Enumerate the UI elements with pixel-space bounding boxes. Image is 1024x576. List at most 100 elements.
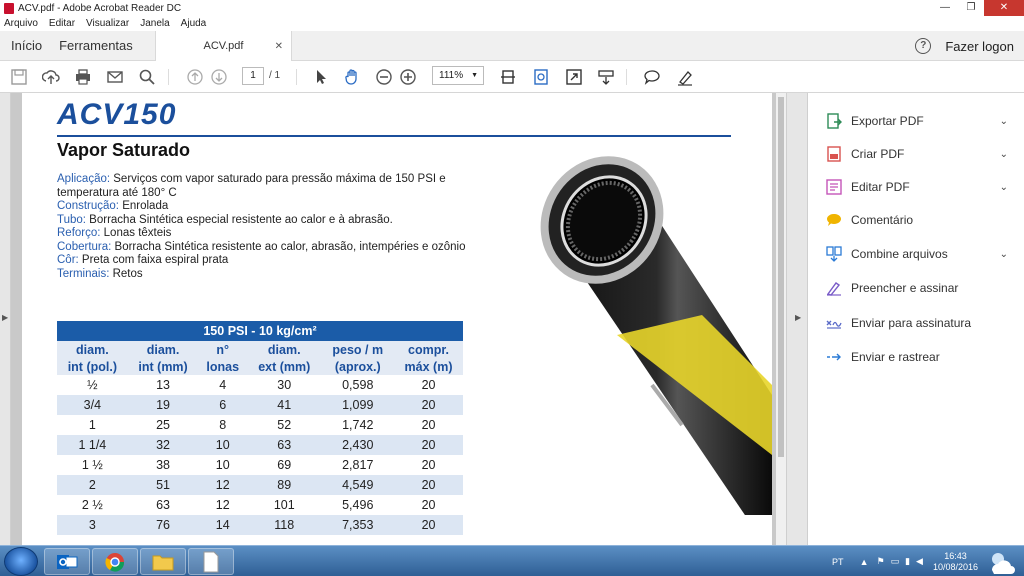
table-cell: 12 (198, 475, 248, 495)
fit-page-icon[interactable] (499, 68, 517, 86)
tool-send-signature[interactable]: Enviar para assinatura (808, 310, 1024, 336)
table-cell: 4 (219, 378, 227, 392)
table-cell: 101 (273, 498, 295, 512)
scroll-mode-icon[interactable] (597, 68, 615, 86)
full-screen-icon[interactable] (565, 68, 583, 86)
comment-tool-icon[interactable] (643, 68, 661, 86)
taskbar-document[interactable] (188, 548, 234, 575)
email-icon[interactable] (106, 68, 124, 86)
hand-tool-icon[interactable] (343, 68, 361, 86)
chevron-down-icon[interactable]: ⌄ (1000, 249, 1008, 260)
left-panel-toggle[interactable]: ▶ (0, 93, 11, 545)
table-cell: 20 (421, 378, 436, 392)
menu-arquivo[interactable]: Arquivo (4, 18, 38, 29)
table-header: peso / m (321, 341, 395, 358)
right-panel-toggle[interactable]: ▶ (786, 93, 808, 545)
zoom-select[interactable]: 111% ▼ (432, 66, 484, 85)
table-cell: 30 (277, 378, 292, 392)
page-rotate-icon[interactable] (532, 68, 550, 86)
toolbar-separator (296, 69, 297, 85)
fill-sign-icon (826, 282, 841, 296)
tool-send-track[interactable]: Enviar e rastrear (808, 344, 1024, 370)
outlook-icon (57, 554, 78, 569)
print-icon[interactable] (74, 68, 92, 86)
table-cell: 10 (198, 435, 248, 455)
table-header: diam. (57, 341, 128, 358)
table-cell: 12 (215, 498, 230, 512)
table-header: n° (198, 341, 248, 358)
tool-combine-files[interactable]: Combine arquivos ⌄ (808, 241, 1024, 267)
taskbar-outlook[interactable] (44, 548, 90, 575)
table-header: (aprox.) (321, 358, 395, 375)
table-header-row: diam. diam. n° diam. peso / m compr. (57, 341, 463, 358)
tabs-right-area: ? Fazer logon (915, 31, 1014, 61)
document-icon (203, 551, 219, 572)
table-cell: 19 (127, 395, 199, 415)
previous-page-icon[interactable] (186, 68, 204, 86)
volume-icon[interactable]: ◀ (916, 556, 923, 567)
tool-export-pdf[interactable]: Exportar PDF ⌄ (808, 108, 1024, 134)
page-number-input[interactable]: 1 (242, 67, 264, 85)
spec-value: Retos (109, 267, 143, 280)
chevron-down-icon[interactable]: ⌄ (1000, 149, 1008, 160)
zoom-out-icon[interactable] (375, 68, 393, 86)
clock[interactable]: 16:43 10/08/2016 (933, 551, 978, 573)
upload-cloud-icon[interactable] (42, 68, 60, 86)
tool-create-pdf[interactable]: Criar PDF ⌄ (808, 141, 1024, 167)
weather-icon[interactable] (986, 550, 1018, 574)
taskbar-explorer[interactable] (140, 548, 186, 575)
login-link[interactable]: Fazer logon (945, 39, 1014, 54)
tool-fill-sign[interactable]: Preencher e assinar (808, 275, 1024, 301)
tab-tools[interactable]: Ferramentas (59, 38, 133, 53)
table-cell: 20 (421, 418, 436, 432)
chevron-down-icon[interactable]: ⌄ (1000, 116, 1008, 127)
document-subtitle: Vapor Saturado (57, 140, 191, 160)
table-row: 1 25 8 52 1,742 20 (57, 415, 463, 435)
menu-editar[interactable]: Editar (49, 18, 75, 29)
select-cursor-icon[interactable] (312, 68, 330, 86)
tab-document[interactable]: ACV.pdf ✕ (155, 31, 292, 61)
menu-visualizar[interactable]: Visualizar (86, 18, 129, 29)
tool-label: Enviar para assinatura (851, 316, 972, 330)
minimize-button[interactable]: — (932, 0, 958, 16)
expand-right-icon: ▶ (795, 313, 802, 322)
network-icon[interactable]: ▮ (905, 556, 910, 567)
search-icon[interactable] (138, 68, 156, 86)
taskbar-chrome[interactable] (92, 548, 138, 575)
vertical-scrollbar[interactable] (776, 93, 786, 545)
chevron-down-icon[interactable]: ⌄ (1000, 182, 1008, 193)
save-icon[interactable] (10, 68, 28, 86)
display-icon[interactable]: ▭ (891, 556, 900, 567)
close-tab-icon[interactable]: ✕ (275, 41, 283, 52)
tray-chevron-icon[interactable]: ▲ (860, 557, 869, 567)
help-icon[interactable]: ? (915, 38, 932, 54)
table-cell: 7,353 (321, 515, 395, 535)
tool-label: Editar PDF (851, 180, 910, 194)
document-tab-label: ACV.pdf (203, 40, 244, 52)
zoom-in-icon[interactable] (399, 68, 417, 86)
spec-line: Construção: Enrolada (57, 200, 507, 214)
tool-comment[interactable]: Comentário (808, 207, 1024, 233)
table-cell: 8 (219, 418, 227, 432)
tool-edit-pdf[interactable]: Editar PDF ⌄ (808, 174, 1024, 200)
combine-files-icon (826, 246, 842, 262)
menu-ajuda[interactable]: Ajuda (181, 18, 207, 29)
spec-value: Borracha Sintética resistente ao calor, … (111, 240, 466, 253)
scrollbar-thumb[interactable] (778, 97, 784, 457)
close-window-button[interactable]: ✕ (984, 0, 1024, 16)
next-page-icon[interactable] (210, 68, 228, 86)
highlight-pen-icon[interactable] (676, 68, 694, 86)
clock-time: 16:43 (944, 550, 967, 561)
restore-button[interactable]: ❐ (958, 0, 984, 16)
start-button[interactable] (4, 547, 38, 576)
page-total: / 1 (269, 70, 281, 81)
table-row: 3 76 14 118 7,353 20 (57, 515, 463, 535)
chevron-down-icon: ▼ (471, 72, 478, 79)
flag-icon[interactable]: ⚑ (876, 556, 884, 567)
spec-key: Tubo: (57, 213, 86, 226)
menu-janela[interactable]: Janela (140, 18, 169, 29)
tabs-bar: Início Ferramentas ACV.pdf ✕ ? Fazer log… (0, 31, 1024, 61)
table-cell: 69 (277, 458, 292, 472)
language-indicator[interactable]: PT (832, 557, 844, 567)
tab-home[interactable]: Início (11, 38, 42, 53)
